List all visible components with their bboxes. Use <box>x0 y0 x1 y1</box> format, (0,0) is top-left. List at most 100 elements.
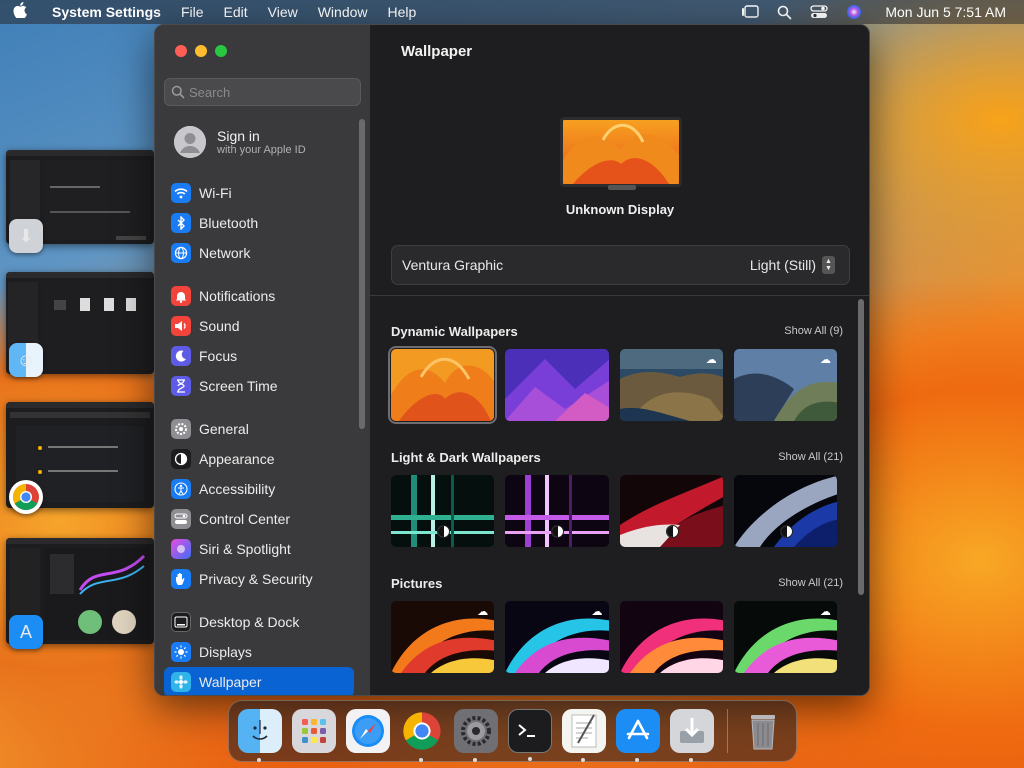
installer-icon[interactable]: ⬇ <box>9 219 43 253</box>
wallpaper-name: Ventura Graphic <box>402 257 504 273</box>
sidebar-item-focus[interactable]: Focus <box>164 341 354 371</box>
sidebar-scrollbar[interactable] <box>359 119 365 429</box>
sidebar-item-label: Screen Time <box>199 378 278 394</box>
sidebar-item-accessibility[interactable]: Accessibility <box>164 474 354 504</box>
page-title: Wallpaper <box>401 43 473 60</box>
sidebar-item-screen-time[interactable]: Screen Time <box>164 371 354 401</box>
settings-icon[interactable] <box>454 709 498 762</box>
terminal-icon[interactable] <box>508 709 552 761</box>
finder-icon[interactable]: ☺ <box>9 343 43 377</box>
app-store-icon[interactable]: A <box>9 615 43 649</box>
appearance-popup-value: Light (Still) <box>749 257 816 273</box>
dock-separator <box>727 709 728 753</box>
wallpaper-thumb-catalina-coast[interactable]: ☁ <box>733 349 837 421</box>
search-input[interactable] <box>189 84 349 100</box>
wallpaper-thumb-macos-red[interactable] <box>619 475 723 547</box>
sidebar-item-siri-spotlight[interactable]: Siri & Spotlight <box>164 534 354 564</box>
apple-menu-icon[interactable] <box>0 2 40 22</box>
wallpaper-thumb-monterey[interactable] <box>505 349 609 421</box>
main-scrollbar[interactable] <box>858 299 864 595</box>
textedit-icon[interactable] <box>562 709 606 762</box>
sidebar-item-privacy-security[interactable]: Privacy & Security <box>164 564 354 594</box>
cloud-download-icon[interactable]: ☁ <box>820 353 831 366</box>
wallpaper-thumb-macos-graphic-purple[interactable] <box>505 475 609 547</box>
zoom-button[interactable] <box>215 45 227 57</box>
cloud-download-icon[interactable]: ☁ <box>477 605 488 618</box>
sidebar-item-notifications[interactable]: Notifications <box>164 281 354 311</box>
running-indicator <box>419 758 423 762</box>
installer-icon[interactable] <box>670 709 714 762</box>
wallpaper-thumb-ventura[interactable] <box>387 346 498 424</box>
bluetooth-icon <box>171 213 191 233</box>
wallpaper-thumb-picture-orange[interactable]: ☁ <box>391 601 495 673</box>
apple-id-signin[interactable]: Sign in with your Apple ID <box>164 119 354 165</box>
wallpaper-thumb-picture-pink[interactable] <box>619 601 723 673</box>
sidebar-item-displays[interactable]: Displays <box>164 637 354 667</box>
sidebar-item-appearance[interactable]: Appearance <box>164 444 354 474</box>
section-dynamic-wallpapers: Dynamic Wallpapers Show All (9) ☁ ☁ <box>387 321 843 424</box>
section-pictures: Pictures Show All (21) ☁ ☁ ☁ <box>391 573 843 673</box>
signin-subtitle: with your Apple ID <box>217 144 306 156</box>
cloud-download-icon[interactable]: ☁ <box>592 605 603 618</box>
menubar-clock[interactable]: Mon Jun 5 7:51 AM <box>871 4 1024 20</box>
wallpaper-thumb-macos-blue[interactable] <box>733 475 837 547</box>
dock-icon <box>171 612 191 632</box>
siri-icon[interactable] <box>837 4 871 20</box>
sidebar-item-label: Notifications <box>199 288 276 304</box>
app-store-icon[interactable] <box>616 709 660 762</box>
appearance-popup[interactable]: Light (Still) ▲ ▼ <box>750 256 835 274</box>
app-name-menu[interactable]: System Settings <box>40 4 171 20</box>
sidebar-item-network[interactable]: Network <box>164 238 354 268</box>
control-center-icon[interactable] <box>801 5 837 19</box>
close-button[interactable] <box>175 45 187 57</box>
launchpad-icon[interactable] <box>292 709 336 753</box>
running-indicator <box>257 758 261 762</box>
show-all-button[interactable]: Show All (9) <box>784 325 843 337</box>
appearance-icon <box>171 449 191 469</box>
stage-manager-icon[interactable] <box>732 5 768 19</box>
wallpaper-thumb-picture-green[interactable]: ☁ <box>733 601 837 673</box>
sidebar-item-label: Appearance <box>199 451 275 467</box>
minimize-button[interactable] <box>195 45 207 57</box>
accessibility-icon <box>171 479 191 499</box>
menu-edit[interactable]: Edit <box>214 4 258 20</box>
wallpaper-icon <box>171 672 191 692</box>
wallpaper-thumb-macos-graphic-green[interactable] <box>391 475 495 547</box>
search-field[interactable] <box>164 78 361 106</box>
menu-view[interactable]: View <box>258 4 308 20</box>
safari-icon[interactable] <box>346 709 390 753</box>
wallpaper-thumb-picture-cyan[interactable]: ☁ <box>505 601 609 673</box>
sidebar-item-general[interactable]: General <box>164 414 354 444</box>
cloud-download-icon[interactable]: ☁ <box>706 353 717 366</box>
running-indicator <box>581 758 585 762</box>
gear-icon <box>171 419 191 439</box>
control-center-icon <box>171 509 191 529</box>
wallpaper-thumb-catalina[interactable]: ☁ <box>619 349 723 421</box>
trash-icon[interactable] <box>741 709 785 753</box>
menu-window[interactable]: Window <box>308 4 378 20</box>
wallpaper-chooser[interactable]: Ventura Graphic Light (Still) ▲ ▼ <box>391 245 850 285</box>
menu-file[interactable]: File <box>171 4 214 20</box>
finder-icon[interactable] <box>238 709 282 762</box>
display-preview <box>560 117 682 187</box>
sidebar-item-wallpaper[interactable]: Wallpaper <box>164 667 354 695</box>
sidebar-item-bluetooth[interactable]: Bluetooth <box>164 208 354 238</box>
chrome-icon[interactable] <box>400 709 444 762</box>
chrome-icon[interactable] <box>9 480 43 514</box>
sidebar-item-label: Displays <box>199 644 252 660</box>
menu-help[interactable]: Help <box>378 4 427 20</box>
spotlight-search-icon[interactable] <box>768 5 801 20</box>
sun-icon <box>171 642 191 662</box>
sidebar-item-desktop-dock[interactable]: Desktop & Dock <box>164 607 354 637</box>
main-pane: Wallpaper Unknown Display Ventura Graphi… <box>370 25 869 695</box>
avatar <box>174 126 206 158</box>
sidebar-item-label: Sound <box>199 318 240 334</box>
cloud-download-icon[interactable]: ☁ <box>820 605 831 618</box>
sidebar-item-wifi[interactable]: Wi-Fi <box>164 178 354 208</box>
sidebar-item-label: Accessibility <box>199 481 276 497</box>
sidebar-item-sound[interactable]: Sound <box>164 311 354 341</box>
search-icon <box>171 85 185 99</box>
show-all-button[interactable]: Show All (21) <box>778 451 843 463</box>
show-all-button[interactable]: Show All (21) <box>778 577 843 589</box>
sidebar-item-control-center[interactable]: Control Center <box>164 504 354 534</box>
